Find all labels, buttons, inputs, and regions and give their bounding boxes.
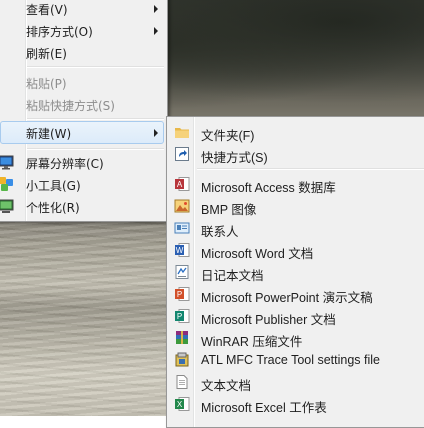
powerpoint-icon: P bbox=[174, 286, 190, 302]
submenu-item-label: Microsoft Access 数据库 bbox=[201, 181, 336, 195]
svg-text:X: X bbox=[177, 400, 183, 409]
menu-item-personalize[interactable]: 个性化(R) bbox=[0, 195, 164, 217]
personalize-icon bbox=[0, 198, 14, 214]
submenu-item-label: Microsoft Publisher 文档 bbox=[201, 313, 336, 327]
submenu-item-label: 日记本文档 bbox=[201, 269, 264, 283]
display-icon bbox=[0, 154, 14, 170]
submenu-item-label: Microsoft Excel 工作表 bbox=[201, 401, 327, 415]
menu-item-paste: 粘贴(P) bbox=[0, 71, 164, 93]
submenu-item-shortcut[interactable]: 快捷方式(S) bbox=[170, 143, 424, 165]
menu-item-sort-by[interactable]: 排序方式(O) bbox=[0, 19, 164, 41]
menu-item-label: 查看(V) bbox=[26, 3, 68, 17]
submenu-item-contact[interactable]: 联系人 bbox=[170, 217, 424, 239]
submenu-item-folder[interactable]: 文件夹(F) bbox=[170, 121, 424, 143]
submenu-item-publisher[interactable]: P Microsoft Publisher 文档 bbox=[170, 305, 424, 327]
desktop-context-menu: 查看(V) 排序方式(O) 刷新(E) 粘贴(P) 粘贴快捷方式(S) 新建(W… bbox=[0, 0, 168, 222]
submenu-item-winrar[interactable]: WinRAR 压缩文件 bbox=[170, 327, 424, 349]
menu-item-new[interactable]: 新建(W) bbox=[0, 121, 164, 144]
submenu-item-label: 快捷方式(S) bbox=[201, 151, 268, 165]
menu-separator bbox=[27, 66, 164, 68]
submenu-item-bmp[interactable]: BMP 图像 bbox=[170, 195, 424, 217]
submenu-item-text-document[interactable]: 文本文档 bbox=[170, 371, 424, 393]
journal-icon bbox=[174, 264, 190, 280]
bmp-image-icon bbox=[174, 198, 190, 214]
submenu-arrow-icon bbox=[154, 5, 158, 13]
submenu-item-powerpoint[interactable]: P Microsoft PowerPoint 演示文稿 bbox=[170, 283, 424, 305]
winrar-icon bbox=[174, 330, 190, 346]
menu-item-paste-shortcut: 粘贴快捷方式(S) bbox=[0, 93, 164, 115]
submenu-item-word[interactable]: W Microsoft Word 文档 bbox=[170, 239, 424, 261]
submenu-item-access[interactable]: A Microsoft Access 数据库 bbox=[170, 173, 424, 195]
word-icon: W bbox=[174, 242, 190, 258]
menu-item-label: 粘贴(P) bbox=[26, 77, 67, 91]
gadgets-icon bbox=[0, 176, 14, 192]
submenu-item-label: 文件夹(F) bbox=[201, 129, 255, 143]
menu-item-screen-resolution[interactable]: 屏幕分辨率(C) bbox=[0, 151, 164, 173]
contact-icon bbox=[174, 220, 190, 236]
submenu-arrow-icon bbox=[154, 27, 158, 35]
menu-item-view[interactable]: 查看(V) bbox=[0, 0, 164, 19]
submenu-item-label: WinRAR 压缩文件 bbox=[201, 335, 303, 349]
menu-item-label: 新建(W) bbox=[26, 127, 72, 141]
new-submenu: 文件夹(F) 快捷方式(S) A Microsoft Access 数据库 BM… bbox=[166, 116, 424, 428]
folder-icon bbox=[174, 124, 190, 140]
menu-separator bbox=[27, 118, 164, 120]
submenu-item-label: 文本文档 bbox=[201, 379, 252, 393]
submenu-arrow-icon bbox=[154, 129, 158, 137]
text-document-icon bbox=[174, 374, 190, 390]
submenu-item-journal[interactable]: 日记本文档 bbox=[170, 261, 424, 283]
submenu-item-label: 联系人 bbox=[201, 225, 239, 239]
submenu-item-label: ATL MFC Trace Tool settings file bbox=[201, 353, 380, 367]
shortcut-icon bbox=[174, 146, 190, 162]
submenu-item-label: Microsoft PowerPoint 演示文稿 bbox=[201, 291, 373, 305]
menu-separator bbox=[27, 148, 164, 150]
menu-item-gadgets[interactable]: 小工具(G) bbox=[0, 173, 164, 195]
publisher-icon: P bbox=[174, 308, 190, 324]
submenu-item-label: BMP 图像 bbox=[201, 203, 257, 217]
menu-item-label: 屏幕分辨率(C) bbox=[26, 157, 104, 171]
svg-text:P: P bbox=[177, 290, 182, 299]
menu-item-label: 粘贴快捷方式(S) bbox=[26, 99, 115, 113]
submenu-item-atl-trace[interactable]: ATL MFC Trace Tool settings file bbox=[170, 349, 424, 371]
menu-item-label: 个性化(R) bbox=[26, 201, 80, 215]
svg-text:W: W bbox=[176, 246, 184, 255]
menu-item-label: 刷新(E) bbox=[26, 47, 67, 61]
menu-item-label: 小工具(G) bbox=[26, 179, 81, 193]
access-icon: A bbox=[174, 176, 190, 192]
menu-item-label: 排序方式(O) bbox=[26, 25, 93, 39]
excel-icon: X bbox=[174, 396, 190, 412]
atl-trace-icon bbox=[174, 352, 190, 368]
svg-text:P: P bbox=[177, 312, 182, 321]
menu-separator bbox=[197, 168, 424, 170]
menu-item-refresh[interactable]: 刷新(E) bbox=[0, 41, 164, 63]
submenu-item-excel[interactable]: X Microsoft Excel 工作表 bbox=[170, 393, 424, 415]
submenu-item-label: Microsoft Word 文档 bbox=[201, 247, 314, 261]
svg-text:A: A bbox=[177, 180, 183, 189]
